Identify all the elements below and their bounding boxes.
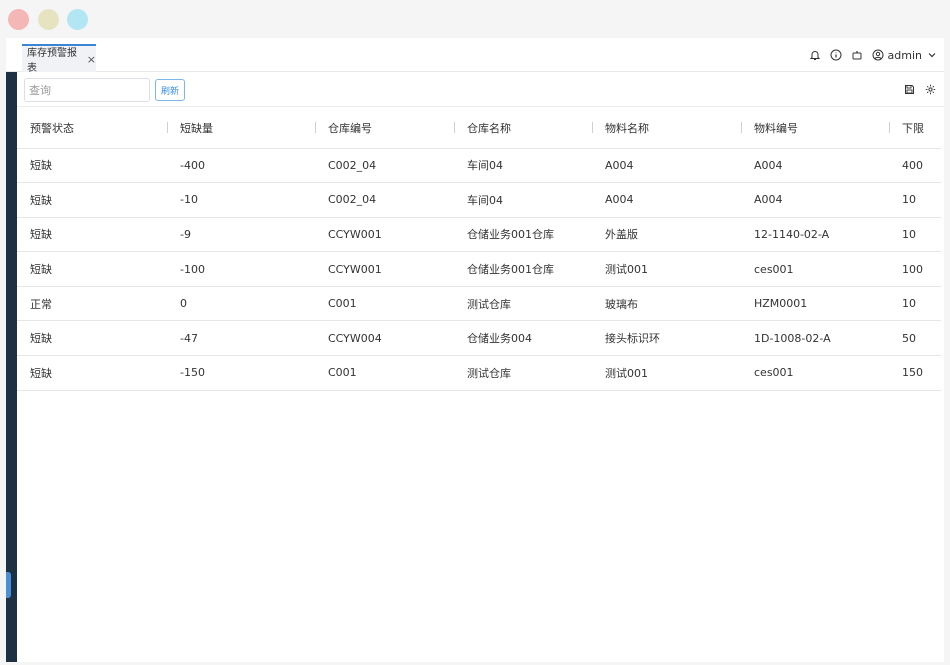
- column-label: 仓库名称: [467, 121, 511, 135]
- settings-gear-icon[interactable]: [924, 83, 936, 95]
- table-cell: 短缺: [17, 182, 167, 218]
- table-cell: 50: [889, 320, 941, 357]
- table-cell: -47: [167, 320, 315, 357]
- table-header-row: 预警状态 短缺量 仓库编号 仓库名称 物料名称 物料编号 下限: [17, 108, 941, 149]
- header-actions: admin: [809, 45, 938, 65]
- column-label: 仓库编号: [328, 121, 372, 135]
- table-cell: 10: [889, 286, 941, 322]
- column-label: 下限: [902, 121, 924, 135]
- table-cell: 短缺: [17, 355, 167, 391]
- table-cell: HZM0001: [741, 286, 889, 322]
- report-panel: 刷新 预警状态 短缺量 仓库编号 仓库名称 物料名称 物料编号 下限: [17, 72, 944, 662]
- table-cell: 短缺: [17, 320, 167, 357]
- search-input[interactable]: [24, 78, 150, 102]
- table-cell: 短缺: [17, 251, 167, 287]
- table-cell: 仓储业务004: [454, 320, 592, 357]
- close-window-button[interactable]: [8, 9, 29, 30]
- tab-close-icon[interactable]: ×: [87, 53, 96, 66]
- table-cell: A004: [741, 182, 889, 218]
- table-cell: C002_04: [315, 182, 454, 218]
- column-header-shortage-qty[interactable]: 短缺量: [167, 108, 315, 149]
- table-cell: A004: [741, 148, 889, 184]
- table-cell: 玻璃布: [592, 286, 741, 322]
- table-cell: 车间04: [454, 148, 592, 184]
- table-cell: 外盖版: [592, 217, 741, 253]
- username-label: admin: [887, 48, 922, 62]
- table-cell: CCYW004: [315, 320, 454, 357]
- table-cell: C001: [315, 286, 454, 322]
- table-row[interactable]: 短缺 -100 CCYW001 仓储业务001仓库 测试001 ces001 1…: [17, 251, 941, 287]
- table-cell: 测试仓库: [454, 355, 592, 391]
- table-cell: 150: [889, 355, 941, 391]
- table-cell: 10: [889, 182, 941, 218]
- column-header-warehouse-code[interactable]: 仓库编号: [315, 108, 454, 149]
- table-cell: ces001: [741, 251, 889, 287]
- table-cell: -400: [167, 148, 315, 184]
- bell-icon[interactable]: [809, 49, 821, 61]
- column-label: 预警状态: [30, 121, 74, 135]
- table-cell: 仓储业务001仓库: [454, 251, 592, 287]
- column-header-material-code[interactable]: 物料编号: [741, 108, 889, 149]
- chevron-down-icon[interactable]: [926, 49, 938, 61]
- table-cell: ces001: [741, 355, 889, 391]
- report-toolbar: 刷新: [17, 72, 944, 107]
- table-cell: 正常: [17, 286, 167, 322]
- maximize-window-button[interactable]: [67, 9, 88, 30]
- info-icon[interactable]: [830, 49, 842, 61]
- table-cell: -150: [167, 355, 315, 391]
- table-cell: 车间04: [454, 182, 592, 218]
- table-cell: -9: [167, 217, 315, 253]
- table-cell: 10: [889, 217, 941, 253]
- table-tools: [903, 83, 936, 95]
- column-header-lower-limit[interactable]: 下限: [889, 108, 941, 149]
- table-cell: 400: [889, 148, 941, 184]
- table-row[interactable]: 短缺 -10 C002_04 车间04 A004 A004 10: [17, 182, 941, 218]
- table-cell: 短缺: [17, 148, 167, 184]
- table-row[interactable]: 短缺 -47 CCYW004 仓储业务004 接头标识环 1D-1008-02-…: [17, 320, 941, 357]
- table-cell: 0: [167, 286, 315, 322]
- table-cell: 仓储业务001仓库: [454, 217, 592, 253]
- tab-bar: 库存预警报表 × admin: [6, 38, 944, 74]
- table-cell: 100: [889, 251, 941, 287]
- column-label: 短缺量: [180, 121, 213, 135]
- table-cell: 测试001: [592, 355, 741, 391]
- tab-label: 库存预警报表: [27, 48, 77, 74]
- table-cell: CCYW001: [315, 217, 454, 253]
- table-row[interactable]: 短缺 -150 C001 测试仓库 测试001 ces001 150: [17, 355, 941, 391]
- inventory-warning-table: 预警状态 短缺量 仓库编号 仓库名称 物料名称 物料编号 下限 短缺 -400 …: [17, 108, 941, 391]
- table-row[interactable]: 短缺 -9 CCYW001 仓储业务001仓库 外盖版 12-1140-02-A…: [17, 217, 941, 253]
- table-cell: 1D-1008-02-A: [741, 320, 889, 357]
- table-cell: C001: [315, 355, 454, 391]
- table-cell: -10: [167, 182, 315, 218]
- table-cell: A004: [592, 182, 741, 218]
- column-label: 物料名称: [605, 121, 649, 135]
- user-menu[interactable]: admin: [872, 49, 938, 62]
- table-cell: 短缺: [17, 217, 167, 253]
- user-avatar-icon: [872, 49, 884, 61]
- tab-inventory-warning-report[interactable]: 库存预警报表 ×: [22, 44, 96, 74]
- refresh-button[interactable]: 刷新: [155, 79, 185, 101]
- table-cell: 接头标识环: [592, 320, 741, 357]
- table-cell: 测试001: [592, 251, 741, 287]
- window-titlebar: [0, 0, 950, 38]
- column-header-warning-status[interactable]: 预警状态: [17, 108, 167, 149]
- column-header-material-name[interactable]: 物料名称: [592, 108, 741, 149]
- sidebar-toggle-handle[interactable]: [6, 572, 11, 598]
- table-cell: -100: [167, 251, 315, 287]
- table-cell: CCYW001: [315, 251, 454, 287]
- table-row[interactable]: 短缺 -400 C002_04 车间04 A004 A004 400: [17, 148, 941, 184]
- table-cell: C002_04: [315, 148, 454, 184]
- table-cell: 测试仓库: [454, 286, 592, 322]
- table-row[interactable]: 正常 0 C001 测试仓库 玻璃布 HZM0001 10: [17, 286, 941, 322]
- column-header-warehouse-name[interactable]: 仓库名称: [454, 108, 592, 149]
- save-icon[interactable]: [903, 83, 915, 95]
- robot-icon[interactable]: [851, 49, 863, 61]
- table-cell: A004: [592, 148, 741, 184]
- minimize-window-button[interactable]: [38, 9, 59, 30]
- column-label: 物料编号: [754, 121, 798, 135]
- table-cell: 12-1140-02-A: [741, 217, 889, 253]
